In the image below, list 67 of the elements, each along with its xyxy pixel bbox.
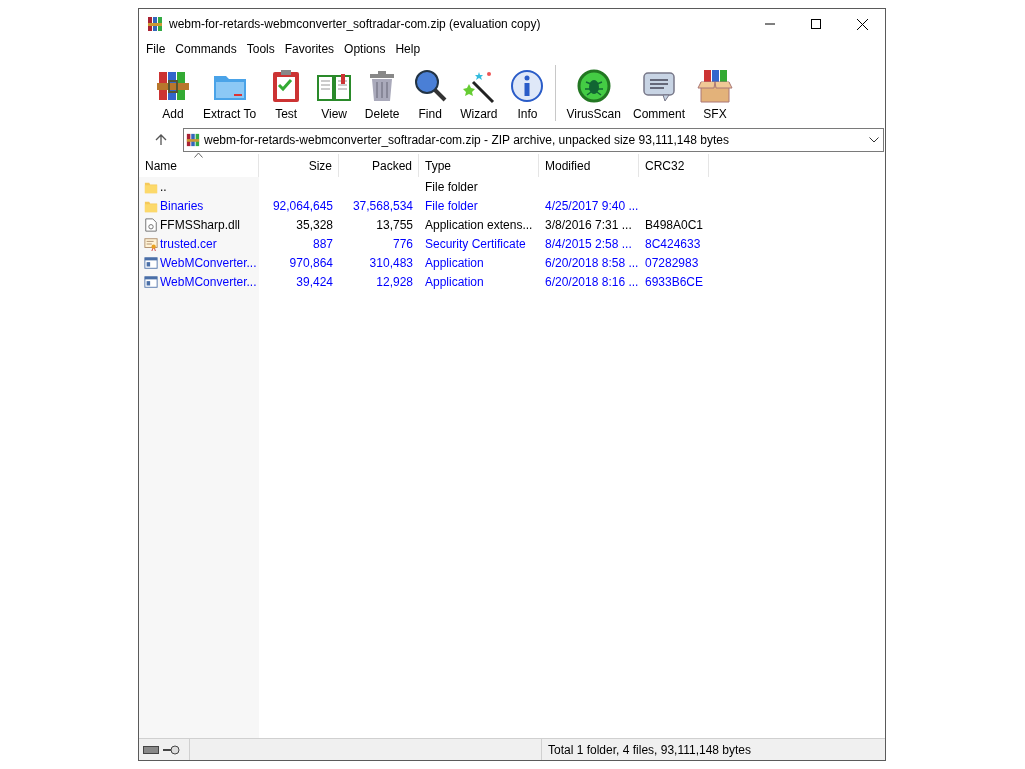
file-name[interactable]: FFMSSharp.dll — [160, 217, 241, 232]
table-cell: 3/8/2016 7:31 ... — [545, 217, 632, 232]
table-cell: 8C424633 — [645, 236, 701, 251]
toolbar-button[interactable]: Test — [262, 61, 311, 125]
table-cell: 39,424 — [296, 274, 333, 289]
toolbar-button[interactable]: SFX — [691, 61, 739, 125]
toolbar-button[interactable]: VirusScan — [560, 61, 627, 125]
table-cell: File folder — [425, 198, 478, 213]
table-cell: 07282983 — [645, 255, 699, 270]
toolbar-button[interactable]: Wizard — [454, 61, 504, 125]
key-icon — [162, 744, 180, 755]
up-arrow-icon — [155, 134, 167, 146]
table-cell: 92,064,645 — [272, 198, 333, 213]
toolbar-button[interactable]: Extract To — [197, 61, 263, 125]
drive-icon — [143, 745, 159, 754]
table-cell: 970,864 — [289, 255, 333, 270]
toolbar-button[interactable]: Info — [503, 61, 552, 125]
table-cell: Security Certificate — [425, 236, 526, 251]
magnifier-icon — [412, 68, 449, 104]
window-icon — [144, 274, 158, 289]
table-cell: 35,328 — [296, 217, 333, 232]
archive-icon — [186, 133, 200, 147]
table-cell: 776 — [392, 236, 413, 251]
toolbar-button[interactable]: Comment — [626, 61, 691, 125]
info-icon — [509, 68, 546, 104]
table-cell: 12,928 — [376, 274, 413, 289]
table-cell: Application — [425, 274, 484, 289]
window-title: webm-for-retards-webmconverter_softradar-com.zip (evaluation copy) — [169, 17, 542, 31]
toolbar-button[interactable]: Add — [149, 61, 197, 125]
window-icon — [144, 255, 158, 270]
table-cell: 887 — [312, 236, 333, 251]
table-cell: 37,568,534 — [352, 198, 413, 213]
file-name[interactable]: trusted.cer — [160, 236, 217, 251]
table-cell: 310,483 — [369, 255, 413, 270]
table-cell: 6933B6CE — [645, 274, 704, 289]
menu-item[interactable]: Commands — [170, 42, 242, 56]
dropdown-caret-icon[interactable] — [869, 137, 879, 143]
table-cell: 8/4/2015 2:58 ... — [545, 236, 632, 251]
table-cell: 13,755 — [376, 217, 413, 232]
table-cell: 6/20/2018 8:16 ... — [545, 274, 639, 289]
certificate-icon — [144, 236, 158, 251]
sort-caret-icon — [194, 152, 203, 158]
menu-item[interactable]: Favorites — [279, 42, 340, 56]
bug-icon — [575, 68, 612, 104]
close-icon — [856, 18, 868, 30]
table-cell: 4/25/2017 9:40 ... — [545, 198, 639, 213]
file-name[interactable]: Binaries — [160, 198, 204, 213]
toolbar-button[interactable]: Delete — [358, 61, 407, 125]
address-field[interactable]: webm-for-retards-webmconverter_softradar-com.zip - ZIP archive, unpacked size 93,111,148 bytes — [183, 128, 884, 152]
toolbar-button[interactable]: View — [310, 61, 359, 125]
box-icon — [697, 68, 733, 104]
table-cell: 6/20/2018 8:58 ... — [545, 255, 639, 270]
table-cell: Application extens... — [425, 217, 533, 232]
toolbar-button[interactable]: Find — [406, 61, 455, 125]
table-cell: Application — [425, 255, 484, 270]
status-text: Total 1 folder, 4 files, 93,111,148 bytes — [547, 742, 752, 757]
app-icon — [147, 16, 163, 32]
menu-item[interactable]: File — [141, 42, 171, 56]
menu-item[interactable]: Options — [339, 42, 391, 56]
file-name[interactable]: WebMConverter... — [160, 274, 257, 289]
table-cell: File folder — [425, 179, 478, 194]
table-cell: B498A0C1 — [645, 217, 704, 232]
menu-item[interactable]: Tools — [241, 42, 280, 56]
file-name[interactable]: WebMConverter... — [160, 255, 257, 270]
maximize-icon — [811, 19, 821, 29]
file-name[interactable]: .. — [160, 179, 167, 194]
menu-item[interactable]: Help — [390, 42, 426, 56]
